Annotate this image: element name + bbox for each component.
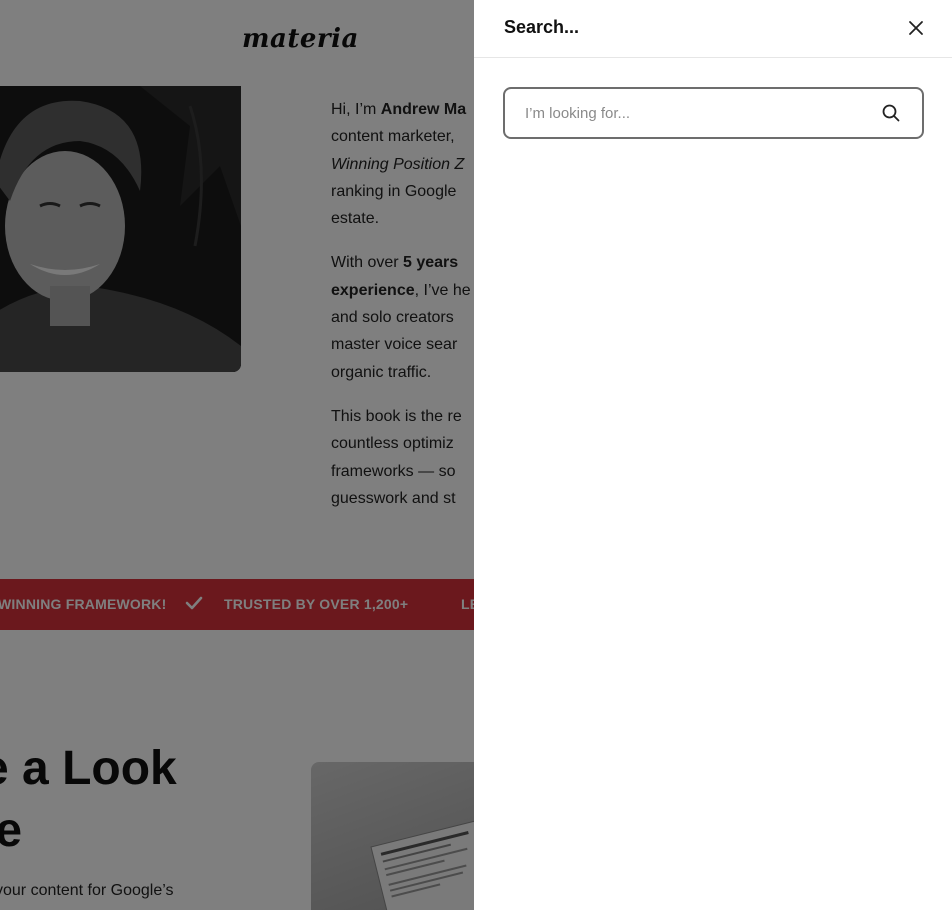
search-drawer-header: Search... — [474, 0, 952, 58]
search-field — [503, 87, 924, 139]
search-icon — [882, 104, 900, 122]
close-button[interactable] — [902, 14, 930, 42]
search-drawer: Search... — [474, 0, 952, 910]
page: materia Hi, I’m Andrew Ma content market… — [0, 0, 952, 910]
search-input[interactable] — [505, 89, 875, 137]
search-drawer-title: Search... — [504, 17, 580, 37]
close-icon — [909, 21, 923, 35]
search-button[interactable] — [877, 99, 905, 127]
